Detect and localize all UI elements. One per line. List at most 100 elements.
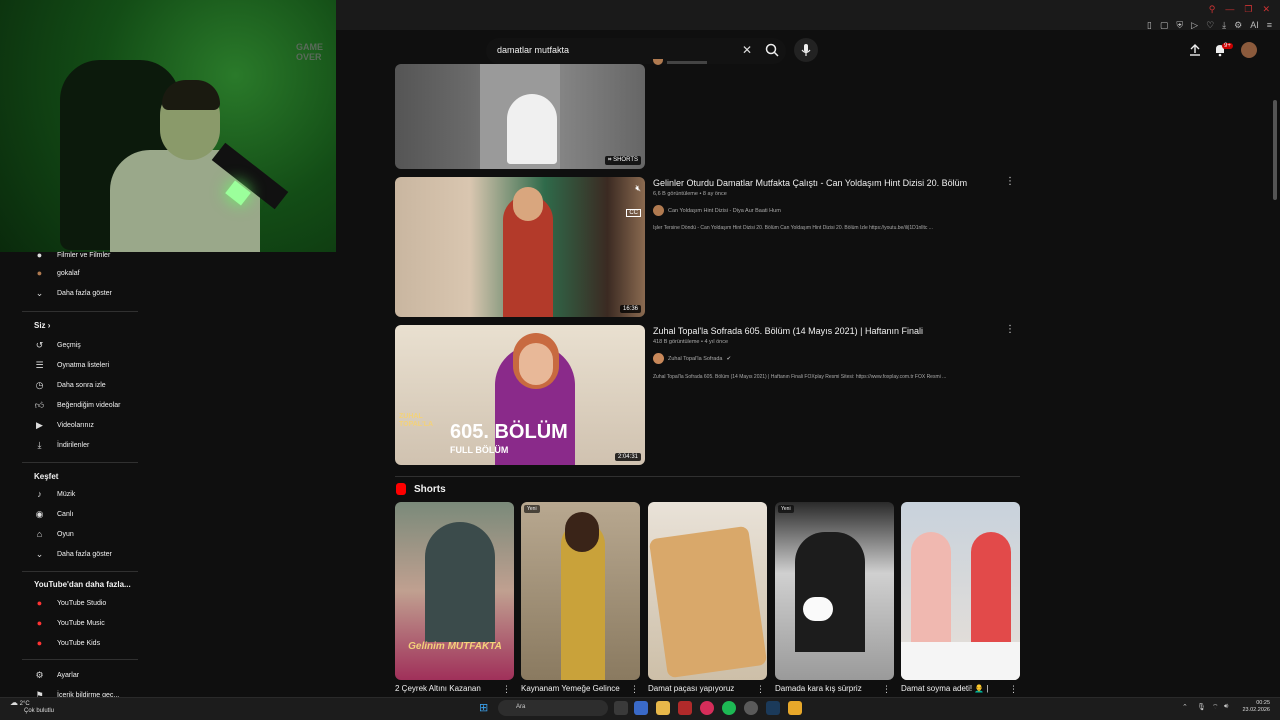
sidebar-item-gokalaf[interactable]: ● gokalaf bbox=[34, 266, 144, 280]
app-icon[interactable] bbox=[634, 701, 648, 715]
thumbnail-bouquet bbox=[803, 597, 833, 621]
captions-icon[interactable]: CC bbox=[626, 209, 641, 217]
weather-temp: 2°C bbox=[19, 701, 30, 707]
thumbs-up-icon: 👍︎ bbox=[34, 399, 45, 410]
voice-search-button[interactable] bbox=[794, 38, 818, 62]
short-title[interactable]: Damat paçası yapıyoruz bbox=[648, 684, 753, 693]
account-avatar[interactable] bbox=[1241, 42, 1257, 58]
sidebar-item-gaming[interactable]: ⌂ Oyun bbox=[34, 527, 144, 541]
sidebar-item-downloads[interactable]: ⤓ İndirilenler bbox=[34, 438, 144, 452]
sidebar-item-playlists[interactable]: ☰ Oynatma listeleri bbox=[34, 358, 144, 372]
weather-widget[interactable]: ☁ 2°C Çok bulutlu bbox=[10, 699, 54, 715]
short-title[interactable]: 2 Çeyrek Altını Kazanan bbox=[395, 684, 500, 693]
mic-tray-icon[interactable]: 🎙︎ bbox=[1197, 703, 1206, 711]
file-explorer-icon[interactable] bbox=[656, 701, 670, 715]
more-options-icon[interactable]: ⋮ bbox=[1005, 176, 1015, 187]
clear-search-icon[interactable]: ✕ bbox=[742, 43, 752, 57]
shield-icon[interactable]: ⛨ bbox=[1176, 20, 1183, 31]
short-thumbnail[interactable]: Gelinim MUTFAKTA bbox=[395, 502, 514, 680]
short-title[interactable]: Damada kara kış sürpriz bbox=[775, 684, 880, 693]
youtube-kids-icon: ● bbox=[36, 638, 43, 648]
spotify-icon[interactable] bbox=[722, 701, 736, 715]
sidebar-item-history[interactable]: ↺ Geçmiş bbox=[34, 338, 144, 352]
short-thumbnail[interactable]: Yeni bbox=[775, 502, 894, 680]
video-title[interactable]: Zuhal Topal'la Sofrada 605. Bölüm (14 Ma… bbox=[653, 326, 923, 336]
app-icon[interactable] bbox=[788, 701, 802, 715]
app-icon[interactable] bbox=[678, 701, 692, 715]
mute-icon[interactable]: 🔇︎ bbox=[635, 183, 641, 194]
volume-icon[interactable]: 🔊︎ bbox=[1224, 703, 1228, 711]
shorts-title: Shorts bbox=[414, 483, 446, 495]
channel-row-partial bbox=[653, 59, 713, 65]
ai-button[interactable]: AI bbox=[1250, 20, 1259, 31]
restore-icon[interactable]: ❐ bbox=[1244, 4, 1252, 15]
tray-chevron-icon[interactable]: ⌃ bbox=[1182, 703, 1188, 711]
task-view-icon[interactable] bbox=[614, 701, 628, 715]
app-icon[interactable] bbox=[744, 701, 758, 715]
thumbnail-person bbox=[425, 522, 495, 642]
short-thumbnail[interactable]: Yeni bbox=[521, 502, 640, 680]
sidebar-item-label: İndirilenler bbox=[57, 441, 90, 449]
divider bbox=[22, 462, 138, 463]
short-thumbnail[interactable] bbox=[648, 502, 767, 680]
upload-button[interactable] bbox=[1188, 43, 1202, 57]
video-channel[interactable]: Zuhal Topal'la Sofrada ✔ bbox=[653, 353, 731, 364]
taskbar-search[interactable]: Ara bbox=[498, 700, 608, 716]
section-title-more: YouTube'dan daha fazla... bbox=[34, 580, 131, 589]
video-thumbnail[interactable]: ⌗ SHORTS bbox=[395, 64, 645, 169]
playlist-icon: ☰ bbox=[35, 359, 44, 370]
sidebar-item-label: Oyun bbox=[57, 530, 74, 538]
search-input[interactable]: damatlar mutfakta bbox=[497, 45, 569, 55]
sidebar-item-studio[interactable]: ● YouTube Studio bbox=[34, 596, 144, 610]
video-channel[interactable]: Can Yoldaşım Hint Dizisi - Diya Aur Baat… bbox=[653, 205, 781, 216]
video-description: Zuhal Topal'la Sofrada 605. Bölüm (14 Ma… bbox=[653, 374, 947, 380]
tools-icon[interactable]: ⚙ bbox=[1234, 20, 1242, 31]
wifi-icon[interactable]: ⌔ bbox=[1212, 703, 1219, 712]
sidebar-item-music-app[interactable]: ● YouTube Music bbox=[34, 616, 144, 630]
gear-icon: ⚙ bbox=[35, 669, 44, 680]
search-icon[interactable]: ⚲ bbox=[1209, 4, 1216, 15]
sidebar-item-settings[interactable]: ⚙ Ayarlar bbox=[34, 668, 144, 682]
sidebar-item-live[interactable]: ◉ Canlı bbox=[34, 507, 144, 521]
short-title[interactable]: Damat soyma adeti! 👨‍🦲 | bbox=[901, 684, 1006, 693]
sidebar-item-movies[interactable]: ● Filmler ve Filmler bbox=[34, 248, 144, 262]
sidebar-item-label: Daha fazla göster bbox=[57, 550, 112, 558]
sidebar-item-your-videos[interactable]: ▶ Videolarınız bbox=[34, 418, 144, 432]
extension-icon[interactable]: ▯ bbox=[1147, 20, 1152, 31]
sidebar-show-more-explore[interactable]: ⌄ Daha fazla göster bbox=[34, 547, 144, 561]
browser-icon[interactable] bbox=[700, 701, 714, 715]
youtube-music-icon: ● bbox=[36, 618, 43, 628]
more-options-icon[interactable]: ⋮ bbox=[1009, 684, 1018, 695]
close-icon[interactable]: ✕ bbox=[1262, 4, 1270, 15]
more-options-icon[interactable]: ⋮ bbox=[882, 684, 891, 695]
sidebar-item-label: gokalaf bbox=[57, 269, 80, 277]
more-options-icon[interactable]: ⋮ bbox=[630, 684, 639, 695]
sidebar-item-kids[interactable]: ● YouTube Kids bbox=[34, 636, 144, 650]
section-title-you[interactable]: Siz › bbox=[34, 321, 50, 330]
taskbar-clock[interactable]: 00:25 23.02.2026 bbox=[1242, 700, 1270, 714]
video-thumbnail[interactable]: 🔇︎ CC 16:36 bbox=[395, 177, 645, 317]
video-thumbnail[interactable]: ZUHAL TOPAL'LA 605. BÖLÜM FULL BÖLÜM 2:0… bbox=[395, 325, 645, 465]
play-icon[interactable]: ▷ bbox=[1191, 20, 1198, 31]
steam-icon[interactable] bbox=[766, 701, 780, 715]
menu-icon[interactable]: ≡ bbox=[1267, 20, 1272, 31]
minimize-icon[interactable]: — bbox=[1225, 4, 1234, 15]
more-options-icon[interactable]: ⋮ bbox=[502, 684, 511, 695]
more-options-icon[interactable]: ⋮ bbox=[756, 684, 765, 695]
more-options-icon[interactable]: ⋮ bbox=[1005, 324, 1015, 335]
sidebar-item-liked[interactable]: 👍︎ Beğendiğim videolar bbox=[34, 398, 144, 412]
download-icon[interactable]: ⤓ bbox=[1222, 20, 1226, 31]
short-title[interactable]: Kaynanam Yemeğe Gelince bbox=[521, 684, 626, 693]
heart-icon[interactable]: ♡ bbox=[1206, 20, 1214, 31]
search-button[interactable] bbox=[764, 42, 782, 60]
sidebar-item-watch-later[interactable]: ◷ Daha sonra izle bbox=[34, 378, 144, 392]
sidebar-item-music[interactable]: ♪ Müzik bbox=[34, 487, 144, 501]
sidebar-show-more[interactable]: ⌄ Daha fazla göster bbox=[34, 286, 144, 300]
windows-start-icon[interactable]: ⊞ bbox=[479, 701, 488, 714]
video-title[interactable]: Gelinler Oturdu Damatlar Mutfakta Çalışt… bbox=[653, 178, 967, 188]
short-thumbnail[interactable] bbox=[901, 502, 1020, 680]
extension-icon[interactable]: ▢ bbox=[1160, 20, 1169, 31]
chevron-down-icon: ⌄ bbox=[35, 287, 44, 298]
page-scrollbar[interactable] bbox=[1273, 100, 1277, 200]
thumbnail-logo: ZUHAL TOPAL'LA bbox=[399, 413, 434, 428]
